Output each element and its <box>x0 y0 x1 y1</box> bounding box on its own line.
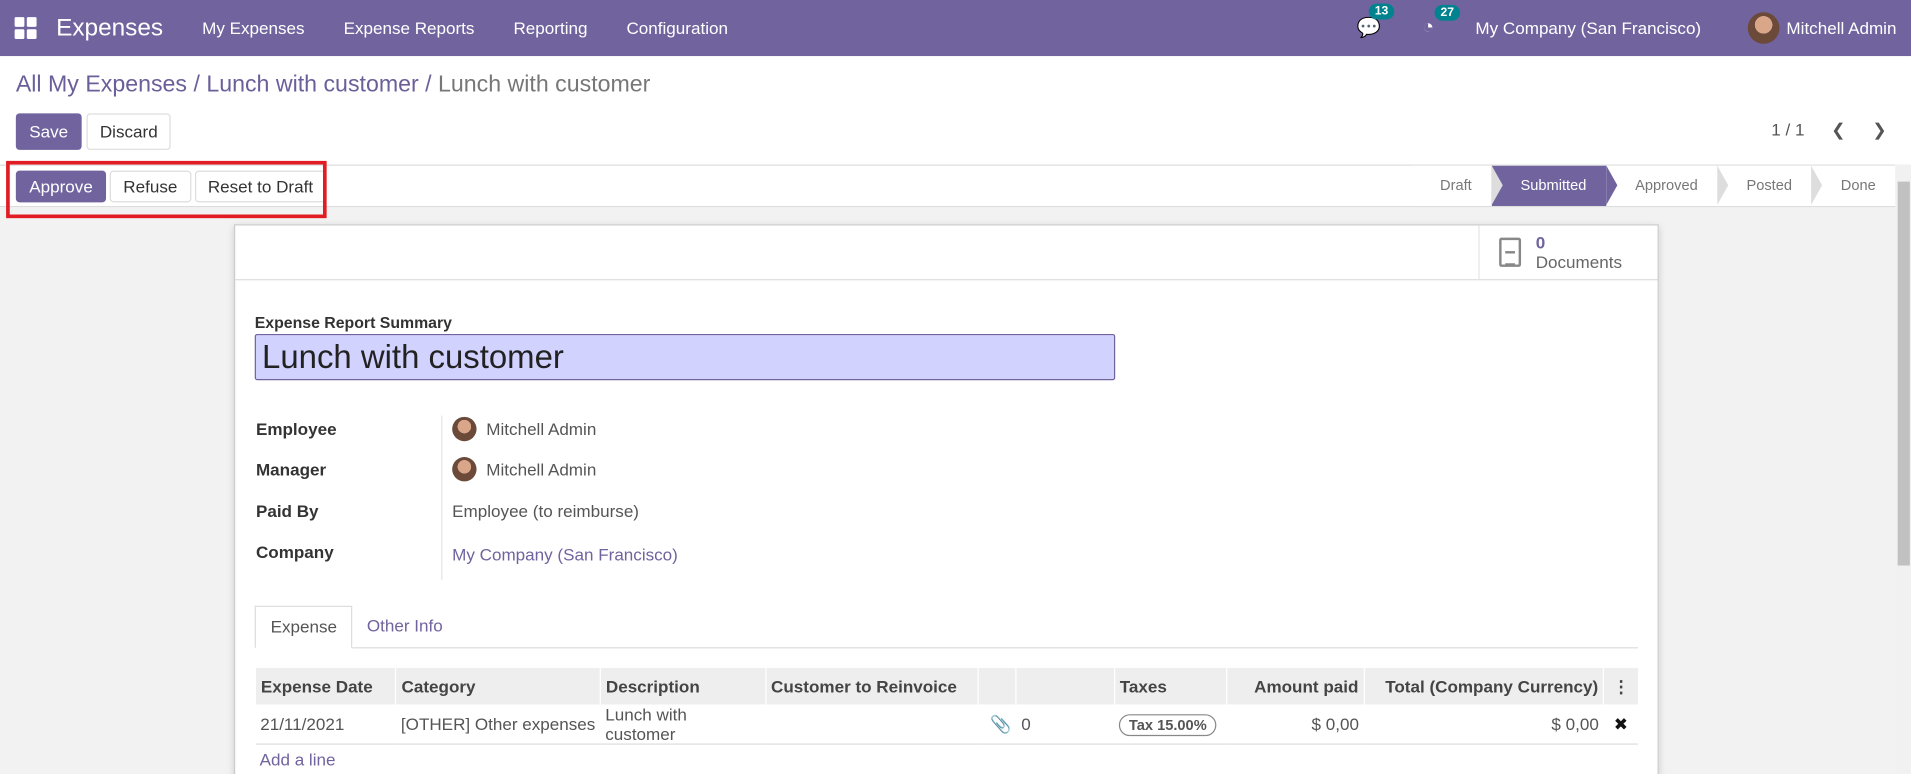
cell-description[interactable]: Lunch with customer <box>600 704 766 745</box>
paid-by-label: Paid By <box>255 500 319 521</box>
table-header: Expense Date Category Description Custom… <box>254 667 1639 705</box>
employee-label: Employee <box>255 419 337 439</box>
breadcrumb-separator: / <box>193 71 200 98</box>
clock-icon: ◔ <box>1422 17 1434 38</box>
stage-posted[interactable]: Posted <box>1717 165 1823 206</box>
col-amount-paid[interactable]: Amount paid <box>1226 667 1364 705</box>
cell-amount-paid[interactable]: $ 0,00 <box>1226 704 1364 745</box>
user-menu[interactable]: Mitchell Admin <box>1786 18 1896 38</box>
menu-configuration[interactable]: Configuration <box>607 18 748 38</box>
menu-expense-reports[interactable]: Expense Reports <box>324 18 494 38</box>
activities-button[interactable]: ◔ 27 <box>1422 4 1461 39</box>
save-button[interactable]: Save <box>15 113 82 150</box>
cell-total[interactable]: $ 0,00 <box>1363 704 1604 745</box>
manager-field[interactable]: Mitchell Admin <box>452 457 597 482</box>
activities-badge: 27 <box>1434 4 1461 21</box>
col-attachment <box>977 667 1017 705</box>
top-navbar: Expenses My Expenses Expense Reports Rep… <box>0 0 1911 57</box>
company-field[interactable]: My Company (San Francisco) <box>452 545 678 565</box>
document-icon <box>1499 237 1522 267</box>
pager: 1 / 1 ❮ ❯ <box>1771 119 1886 140</box>
col-customer[interactable]: Customer to Reinvoice <box>764 667 979 705</box>
cell-date[interactable]: 21/11/2021 <box>255 704 397 745</box>
breadcrumb-current: Lunch with customer <box>438 71 651 98</box>
documents-label: Documents <box>1535 252 1622 272</box>
cell-customer[interactable] <box>765 704 979 745</box>
expense-lines-table: Expense Date Category Description Custom… <box>254 667 1639 745</box>
col-category[interactable]: Category <box>395 667 601 705</box>
breadcrumb-all-my-expenses[interactable]: All My Expenses <box>16 72 187 98</box>
company-switcher[interactable]: My Company (San Francisco) <box>1475 18 1701 38</box>
breadcrumb-report[interactable]: Lunch with customer <box>206 72 418 98</box>
optional-columns-icon[interactable]: ⋮ <box>1603 667 1639 705</box>
paid-by-field[interactable]: Employee (to reimburse) <box>452 501 639 521</box>
company-label: Company <box>255 542 334 562</box>
col-expense-date[interactable]: Expense Date <box>254 667 397 705</box>
employee-avatar <box>452 416 477 442</box>
app-title[interactable]: Expenses <box>56 14 163 42</box>
col-taxes[interactable]: Taxes <box>1113 667 1227 705</box>
pager-previous-icon[interactable]: ❮ <box>1831 119 1845 140</box>
documents-count: 0 <box>1535 232 1546 253</box>
paperclip-icon[interactable]: 📎 <box>978 704 1017 745</box>
discard-button[interactable]: Discard <box>86 113 172 150</box>
cell-taxes[interactable]: Tax 15.00% <box>1114 704 1227 745</box>
tab-other-info[interactable]: Other Info <box>352 606 457 649</box>
menu-reporting[interactable]: Reporting <box>494 18 607 38</box>
manager-avatar <box>452 457 477 482</box>
cell-category[interactable]: [OTHER] Other expenses <box>396 704 601 745</box>
summary-input[interactable]: Lunch with customer <box>254 333 1116 381</box>
cell-attachments: 0 <box>1016 704 1115 745</box>
stage-done[interactable]: Done <box>1811 165 1896 206</box>
chat-icon: 💬 <box>1356 18 1381 40</box>
stage-submitted[interactable]: Submitted <box>1491 165 1617 206</box>
pager-next-icon[interactable]: ❯ <box>1872 119 1886 140</box>
add-line-link[interactable]: Add a line <box>260 750 336 770</box>
table-row[interactable]: 21/11/2021 [OTHER] Other expenses Lunch … <box>255 704 1639 745</box>
col-description[interactable]: Description <box>599 667 766 705</box>
scrollbar-thumb[interactable] <box>1897 181 1910 566</box>
breadcrumb: All My Expenses / Lunch with customer / … <box>16 72 651 99</box>
tax-tag: Tax 15.00% <box>1119 714 1217 737</box>
summary-label: Expense Report Summary <box>254 313 452 332</box>
employee-field[interactable]: Mitchell Admin <box>452 416 597 442</box>
messages-button[interactable]: 💬 13 <box>1356 3 1395 40</box>
form-sheet: 0 Documents Expense Report Summary Lunch … <box>234 224 1659 774</box>
menu-my-expenses[interactable]: My Expenses <box>183 18 324 38</box>
employee-value: Mitchell Admin <box>486 419 597 439</box>
manager-label: Manager <box>255 459 327 479</box>
highlight-box <box>6 160 327 219</box>
apps-menu-icon[interactable] <box>14 17 37 40</box>
stage-draft[interactable]: Draft <box>1410 165 1503 206</box>
user-avatar[interactable] <box>1747 12 1780 44</box>
documents-button[interactable]: 0 Documents <box>1478 225 1657 280</box>
breadcrumb-separator: / <box>425 71 432 98</box>
notebook-tabs: Expense Other Info <box>254 605 1639 649</box>
messages-badge: 13 <box>1368 3 1395 20</box>
tab-expense[interactable]: Expense <box>254 605 353 649</box>
stage-pipeline: Draft Submitted Approved Posted Done <box>1410 165 1896 206</box>
delete-row-icon[interactable]: ✖ <box>1603 704 1639 745</box>
col-total[interactable]: Total (Company Currency) <box>1363 667 1604 705</box>
manager-value: Mitchell Admin <box>486 459 597 479</box>
pager-value[interactable]: 1 / 1 <box>1771 119 1804 140</box>
col-blank <box>1015 667 1115 705</box>
scrollbar[interactable] <box>1895 164 1911 774</box>
stage-approved[interactable]: Approved <box>1605 165 1729 206</box>
